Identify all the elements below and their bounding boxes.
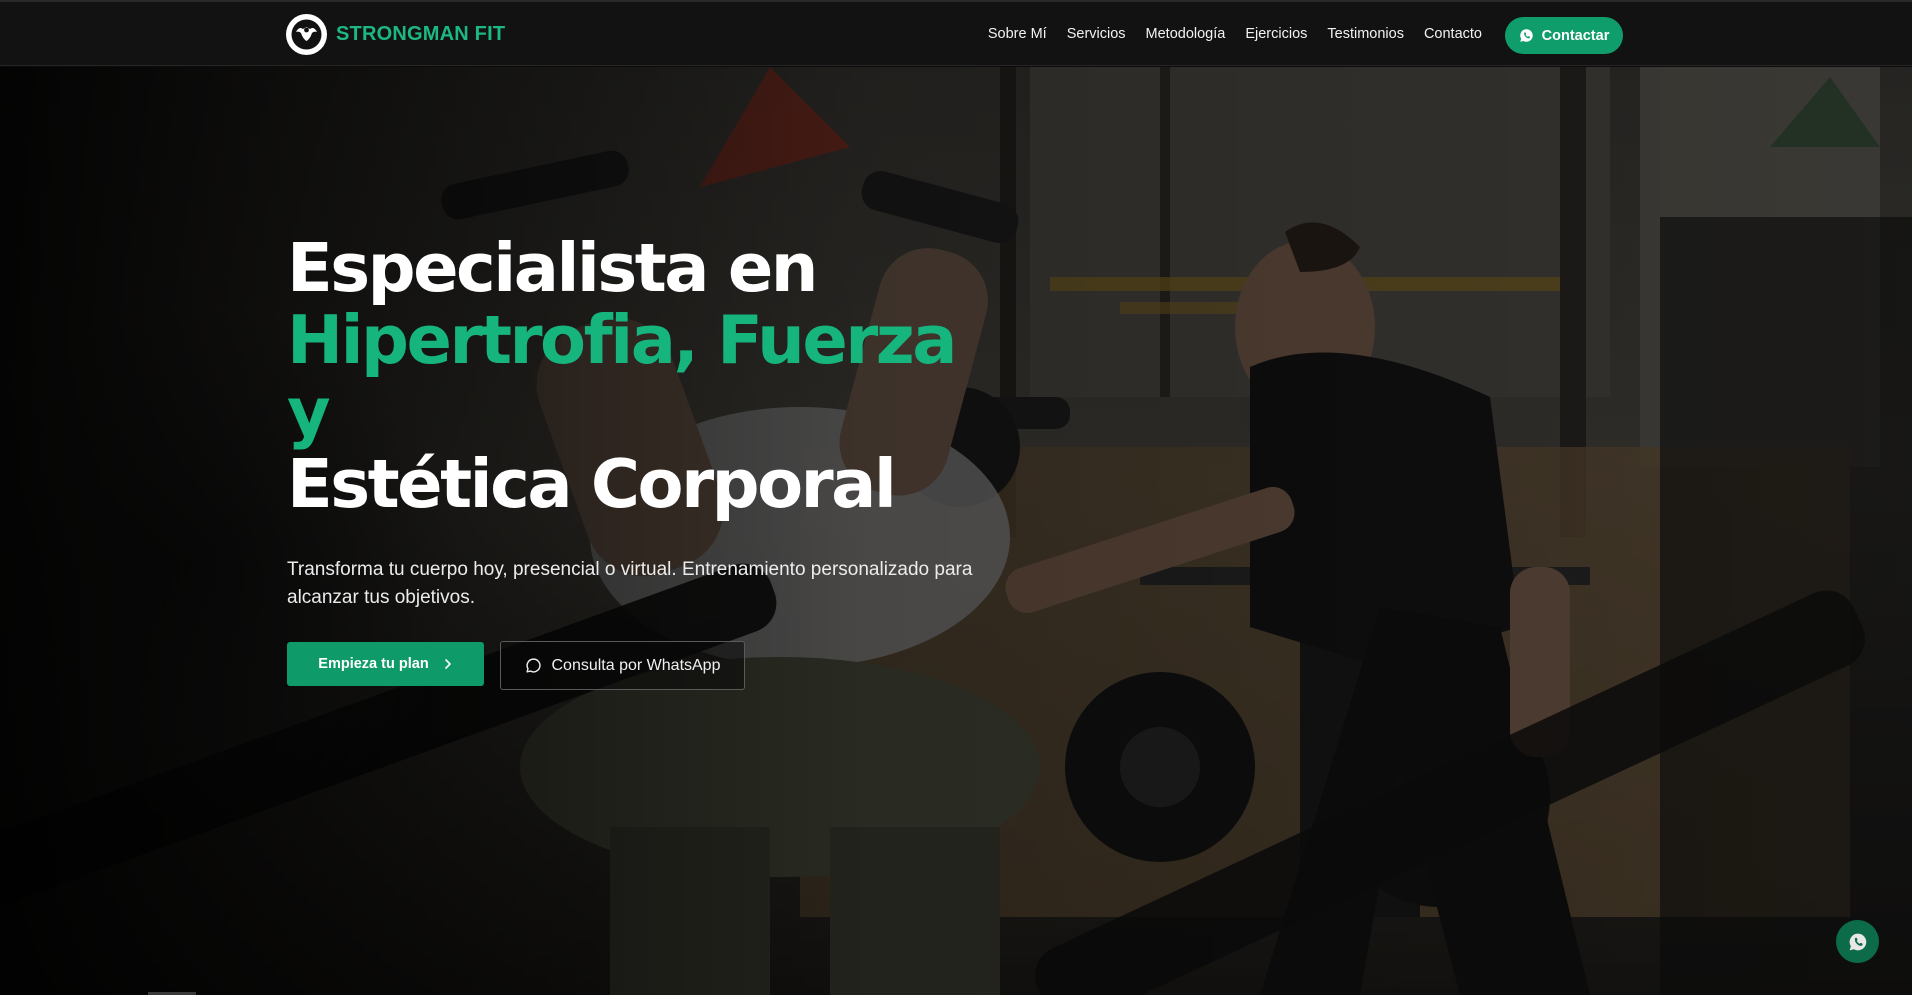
headline-line-1: Especialista en — [287, 229, 818, 307]
headline-accent-line-1: Hipertrofia, Fuerza — [287, 301, 958, 379]
site-header: STRONGMAN FIT Sobre Mí Servicios Metodol… — [0, 0, 1912, 66]
contactar-label: Contactar — [1541, 27, 1610, 44]
floating-whatsapp-button[interactable] — [1836, 920, 1879, 963]
nav-item-contacto[interactable]: Contacto — [1424, 26, 1482, 42]
empieza-tu-plan-label: Empieza tu plan — [318, 655, 429, 672]
brand-name: STRONGMAN FIT — [336, 23, 506, 45]
nav-item-testimonios[interactable]: Testimonios — [1327, 26, 1404, 42]
contactar-button[interactable]: Contactar — [1505, 17, 1623, 54]
nav-item-ejercicios[interactable]: Ejercicios — [1245, 26, 1307, 42]
strongman-logo-icon — [286, 14, 327, 55]
nav-item-metodologia[interactable]: Metodología — [1146, 26, 1226, 42]
landing-page: STRONGMAN FIT Sobre Mí Servicios Metodol… — [0, 0, 1912, 995]
consulta-whatsapp-button[interactable]: Consulta por WhatsApp — [500, 641, 745, 690]
hero-cta-row: Empieza tu plan Consulta por WhatsApp — [287, 637, 1007, 690]
whatsapp-icon — [1849, 933, 1866, 950]
chat-bubble-icon — [525, 658, 541, 673]
hero-content: Especialista en Hipertrofia, Fuerza y Es… — [287, 232, 1007, 690]
hero-headline: Especialista en Hipertrofia, Fuerza y Es… — [287, 232, 1007, 520]
empieza-tu-plan-button[interactable]: Empieza tu plan — [287, 641, 484, 686]
consulta-whatsapp-label: Consulta por WhatsApp — [551, 656, 721, 674]
hero-subtitle: Transforma tu cuerpo hoy, presencial o v… — [287, 559, 973, 608]
nav-item-servicios[interactable]: Servicios — [1067, 26, 1126, 42]
brand-logo-link[interactable]: STRONGMAN FIT — [286, 14, 505, 55]
nav-item-sobre-mi[interactable]: Sobre Mí — [988, 26, 1047, 42]
chevron-right-icon — [444, 658, 451, 669]
main-nav: Sobre Mí Servicios Metodología Ejercicio… — [988, 26, 1482, 42]
whatsapp-icon — [1519, 29, 1533, 42]
headline-line-4: Estética Corporal — [287, 445, 897, 523]
headline-accent-line-2: y — [287, 373, 331, 451]
